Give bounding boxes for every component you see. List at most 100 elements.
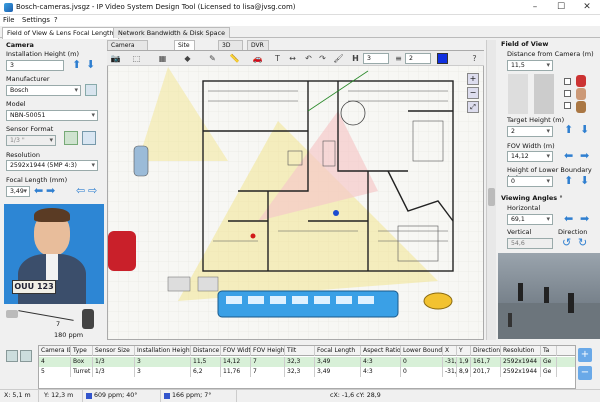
distance-select[interactable]: 11,5 xyxy=(507,60,553,71)
menu-file[interactable]: File xyxy=(3,16,14,24)
column-header[interactable]: Lower Bound xyxy=(401,346,443,356)
scrollbar-thumb[interactable] xyxy=(488,188,495,206)
undo-icon[interactable]: ↶ xyxy=(303,53,314,64)
checkbox-1[interactable] xyxy=(564,78,571,85)
checkbox-2[interactable] xyxy=(564,90,571,97)
select-tool-icon[interactable]: ⬚ xyxy=(131,53,142,64)
table-row[interactable]: 4Box1/3311,514,12732,33,494:30-31,41,916… xyxy=(39,357,575,367)
status-x: X: 5,1 m xyxy=(4,392,31,399)
menu-help[interactable]: ? xyxy=(54,16,58,24)
column-header[interactable]: Resolution xyxy=(501,346,541,356)
column-header[interactable]: Tilt xyxy=(285,346,315,356)
lens-icon[interactable] xyxy=(82,131,96,145)
lower-boundary-select[interactable]: 0 xyxy=(507,176,553,187)
pencil-tool-icon[interactable]: ✎ xyxy=(207,53,218,64)
tab-field-of-view[interactable]: Field of View & Lens Focal Length xyxy=(2,27,119,39)
column-header[interactable]: Direction xyxy=(471,346,501,356)
column-header[interactable]: Installation Height xyxy=(135,346,191,356)
arrow-up-icon[interactable]: ⬆ xyxy=(72,59,81,70)
column-header[interactable]: Aspect Ratio xyxy=(361,346,401,356)
column-header[interactable]: Ta xyxy=(541,346,557,356)
table-cell: 1/3 xyxy=(93,367,135,377)
table-cell: 11,5 xyxy=(191,357,221,367)
main-tabs: Field of View & Lens Focal Length Networ… xyxy=(0,26,600,39)
arrow-right-icon-right[interactable]: ➡ xyxy=(580,150,589,161)
arrow-down-icon-lower[interactable]: ⬇ xyxy=(580,175,589,186)
help-icon[interactable]: ? xyxy=(469,53,480,64)
fill-tool-icon[interactable]: 🖌 xyxy=(333,53,344,64)
site-plan-canvas[interactable]: + − ⤢ xyxy=(107,50,484,340)
camera-small-icon xyxy=(6,310,18,318)
table-row[interactable]: 5Turret1/336,211,76732,33,494:30-31,48,9… xyxy=(39,367,575,377)
tab-site-plan[interactable]: Site Plan xyxy=(174,40,195,58)
color-picker[interactable] xyxy=(437,53,448,64)
horizontal-select[interactable]: 69,1 xyxy=(507,214,553,225)
arrow-left-fast-icon[interactable]: ⇦ xyxy=(76,185,85,196)
installation-height-input[interactable]: 3 xyxy=(6,60,64,71)
status-separator xyxy=(236,390,237,402)
focal-length-select[interactable]: 3,49 xyxy=(6,186,30,197)
model-select[interactable]: NBN-50051 xyxy=(6,110,98,121)
arrow-right-fast-icon[interactable]: ⇨ xyxy=(88,185,97,196)
checkbox-3[interactable] xyxy=(564,102,571,109)
menu-settings[interactable]: Settings xyxy=(22,16,50,24)
status-coords: cX: -1,6 cY: 28,9 xyxy=(330,392,381,399)
add-row-icon[interactable]: + xyxy=(578,348,592,362)
arrow-down-icon-right[interactable]: ⬇ xyxy=(580,124,589,135)
arrow-up-icon-right[interactable]: ⬆ xyxy=(564,124,573,135)
shape-tool-icon[interactable]: ◆ xyxy=(182,53,193,64)
measure-tool-icon[interactable]: 📏 xyxy=(229,53,240,64)
tab-3d-views[interactable]: 3D Views xyxy=(218,40,244,58)
arrow-up-icon-lower[interactable]: ⬆ xyxy=(564,175,573,186)
fov-width-select[interactable]: 14,12 xyxy=(507,151,553,162)
align-tool-icon[interactable]: ↔ xyxy=(287,53,298,64)
maximize-button[interactable]: ☐ xyxy=(548,0,574,15)
add-camera-icon[interactable] xyxy=(6,350,18,362)
text-tool-icon[interactable]: T xyxy=(272,53,283,64)
column-header[interactable]: Focal Length xyxy=(315,346,361,356)
table-cell: 3,49 xyxy=(315,367,361,377)
column-header[interactable]: X xyxy=(443,346,457,356)
column-header[interactable]: Sensor Size xyxy=(93,346,135,356)
target-height-select[interactable]: 2 xyxy=(507,126,553,137)
manufacturer-select[interactable]: Bosch xyxy=(6,85,81,96)
height-field[interactable]: 3 xyxy=(363,53,389,64)
sensor-format-select[interactable]: 1/3 " xyxy=(6,135,56,146)
minimize-button[interactable]: – xyxy=(522,0,548,15)
camera-list-icon[interactable] xyxy=(20,350,32,362)
arrow-left-icon[interactable]: ⬅ xyxy=(34,185,43,196)
sensor-icon[interactable] xyxy=(64,131,78,145)
camera-marker xyxy=(333,210,339,216)
size-field[interactable]: 2 xyxy=(405,53,431,64)
tab-network-bandwidth[interactable]: Network Bandwidth & Disk Space xyxy=(113,27,231,38)
car-tool-icon[interactable]: 🚗 xyxy=(252,53,263,64)
column-header[interactable]: FOV Width xyxy=(221,346,251,356)
remove-row-icon[interactable]: − xyxy=(578,366,592,380)
line-style-icon[interactable]: ≡ xyxy=(393,53,404,64)
column-header[interactable]: Type xyxy=(71,346,93,356)
column-header[interactable]: Y xyxy=(457,346,471,356)
arrow-down-icon[interactable]: ⬇ xyxy=(86,59,95,70)
column-header[interactable]: Distance xyxy=(191,346,221,356)
resolution-select[interactable]: 2592x1944 (5MP 4:3) xyxy=(6,160,98,171)
column-header[interactable]: FOV Height xyxy=(251,346,285,356)
zoom-in-icon[interactable]: + xyxy=(467,73,479,85)
camera-search-icon[interactable] xyxy=(85,84,97,96)
camera-tool-icon[interactable]: 📷 xyxy=(110,53,121,64)
zoom-fit-icon[interactable]: ⤢ xyxy=(467,101,479,113)
redo-icon[interactable]: ↷ xyxy=(317,53,328,64)
arrow-left-icon-angle[interactable]: ⬅ xyxy=(564,213,573,224)
zoom-out-icon[interactable]: − xyxy=(467,87,479,99)
vertical-scrollbar[interactable] xyxy=(486,40,496,340)
column-header[interactable]: Camera ID xyxy=(39,346,71,356)
tab-dvr-view[interactable]: DVR View xyxy=(247,40,270,58)
arrow-right-icon[interactable]: ➡ xyxy=(46,185,55,196)
rotate-left-icon[interactable]: ↺ xyxy=(562,237,571,248)
tab-camera-installation[interactable]: Camera Installation Drawing xyxy=(107,40,149,67)
close-button[interactable]: ✕ xyxy=(574,0,600,15)
rotate-right-icon[interactable]: ↻ xyxy=(578,237,587,248)
arrow-left-icon-right[interactable]: ⬅ xyxy=(564,150,573,161)
arrow-right-icon-angle[interactable]: ➡ xyxy=(580,213,589,224)
grid-tool-icon[interactable]: ▦ xyxy=(157,53,168,64)
person-3d-2 xyxy=(544,287,549,303)
